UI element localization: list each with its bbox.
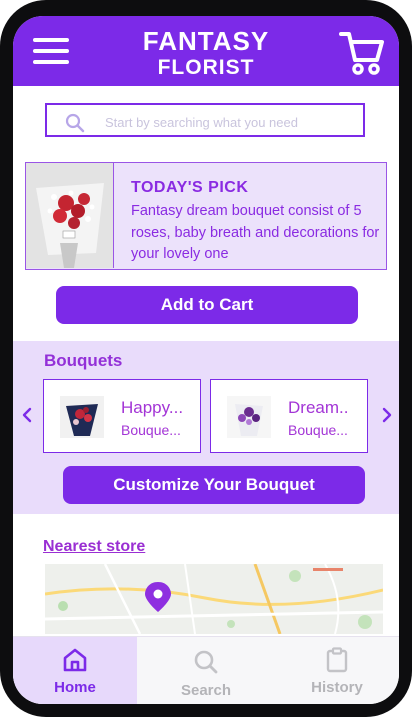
home-icon: [63, 648, 87, 672]
nav-home[interactable]: Home: [13, 637, 137, 704]
chevron-left-icon: [22, 407, 32, 423]
search-bar[interactable]: [45, 103, 365, 137]
bouquets-section: Bouquets Happy... Bouque... Dream.. Bouq…: [13, 341, 399, 514]
search-input[interactable]: [103, 111, 357, 133]
bouquet-thumbnail: [60, 396, 104, 438]
app-header: FANTASY FLORIST: [13, 16, 399, 86]
todays-pick-title: TODAY'S PICK: [131, 179, 249, 196]
chevron-right-icon: [382, 407, 392, 423]
search-icon: [194, 650, 218, 674]
bouquet-name: Happy...: [121, 398, 184, 417]
cart-button[interactable]: [339, 28, 385, 76]
add-to-cart-button[interactable]: Add to Cart: [56, 286, 358, 324]
bouquet-card[interactable]: Dream.. Bouque...: [210, 379, 368, 453]
bouquet-thumbnail: [227, 396, 271, 438]
nav-home-label: Home: [54, 679, 96, 696]
nav-search[interactable]: Search: [144, 637, 268, 704]
app-screen: FANTASY FLORIST Start by searching what …: [13, 16, 399, 704]
bouquets-title: Bouquets: [44, 351, 123, 370]
nav-history[interactable]: History: [275, 637, 399, 704]
bouquet-name: Dream..: [288, 398, 349, 417]
todays-pick-description: Fantasy dream bouquet consist of 5 roses…: [131, 203, 380, 262]
clipboard-icon: [326, 647, 348, 673]
carousel-next-button[interactable]: [382, 407, 392, 428]
shopping-cart-icon: [339, 32, 384, 75]
nav-history-label: History: [311, 679, 363, 696]
nearest-store-link[interactable]: Nearest store: [43, 538, 145, 556]
nav-search-label: Search: [180, 682, 232, 699]
bottom-navigation: Home Search History: [13, 636, 399, 704]
bouquet-photo: [26, 163, 114, 268]
bouquet-card[interactable]: Happy... Bouque...: [43, 379, 201, 453]
search-icon: [65, 113, 85, 133]
customize-bouquet-button[interactable]: Customize Your Bouquet: [63, 466, 365, 504]
phone-frame: FANTASY FLORIST Start by searching what …: [0, 0, 412, 717]
carousel-prev-button[interactable]: [22, 407, 32, 428]
store-map[interactable]: [45, 564, 383, 634]
bouquet-subtitle: Bouque...: [121, 422, 181, 438]
bouquet-subtitle: Bouque...: [288, 422, 348, 438]
todays-pick-card[interactable]: TODAY'S PICK Fantasy dream bouquet consi…: [25, 162, 387, 270]
